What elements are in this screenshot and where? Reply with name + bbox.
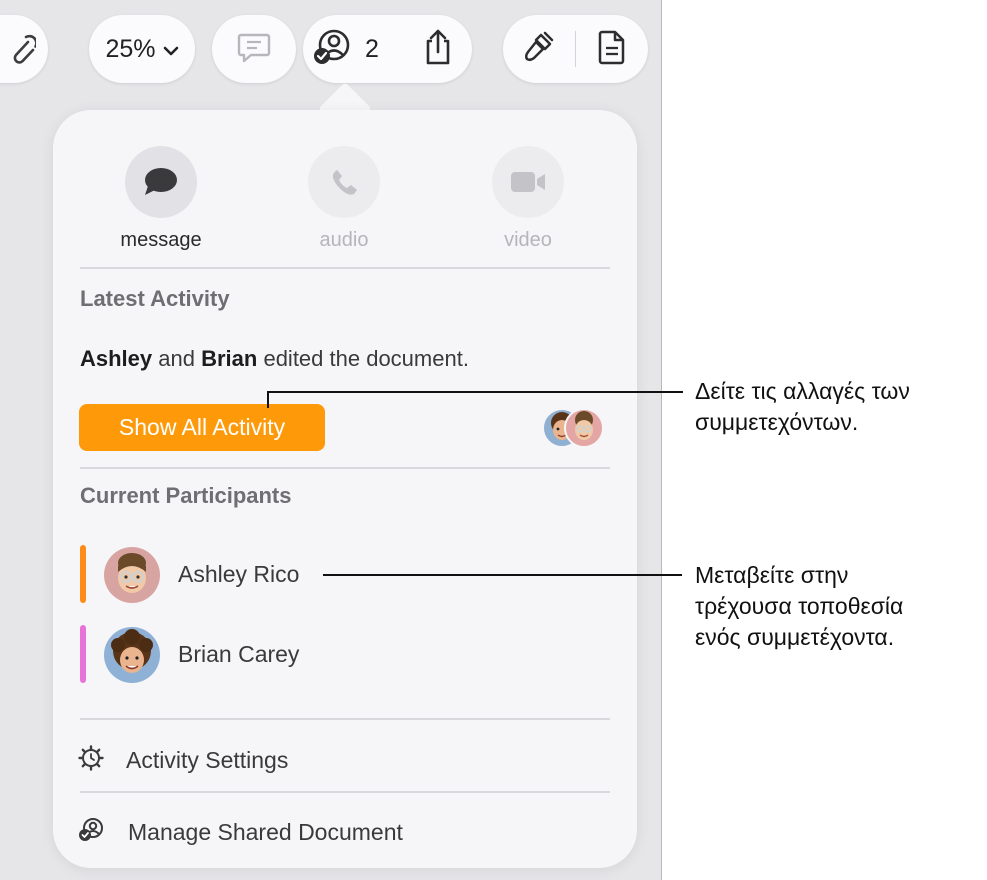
callout-participant-line-2: τρέχουσα τοποθεσία	[695, 593, 904, 619]
phone-icon	[308, 146, 380, 218]
paintbrush-icon	[522, 29, 556, 70]
avatar	[564, 408, 604, 448]
audio-label: audio	[319, 229, 369, 251]
activity-editor-2: Brian	[201, 346, 258, 371]
manage-shared-document-item[interactable]: Manage Shared Document	[78, 812, 403, 852]
callout-activity-line-2: συμμετεχόντων.	[695, 409, 859, 435]
video-button[interactable]: video	[463, 146, 593, 252]
gear-clock-icon	[78, 744, 104, 776]
participant-name: Ashley Rico	[178, 561, 300, 587]
divider	[80, 791, 610, 793]
callout-leader-line	[267, 392, 269, 408]
activity-settings-item[interactable]: Activity Settings	[78, 740, 288, 780]
toolbar-tools-pill	[503, 15, 648, 83]
message-button[interactable]: message	[96, 146, 226, 252]
callout-leader-line	[323, 574, 682, 576]
zoom-menu[interactable]: 25%	[89, 15, 195, 83]
video-label: video	[504, 229, 552, 251]
activity-suffix: edited the document.	[257, 346, 469, 371]
divider	[80, 467, 610, 469]
paperclip-icon	[6, 33, 38, 72]
participant-color-bar	[80, 545, 86, 603]
avatar	[104, 627, 160, 683]
shared-person-icon	[78, 817, 106, 848]
participant-brian[interactable]: Brian Carey	[80, 625, 600, 685]
callout-leader-line	[267, 391, 683, 393]
zoom-value: 25%	[105, 34, 156, 63]
share-button[interactable]	[423, 27, 453, 72]
activity-joiner: and	[152, 346, 202, 371]
collaborators-count: 2	[365, 34, 379, 63]
activity-settings-label: Activity Settings	[126, 746, 289, 773]
activity-avatars	[542, 408, 612, 450]
toolbar-collab-pill: 2	[303, 15, 472, 83]
avatar	[104, 547, 160, 603]
callout-participant: Μεταβείτε στην τρέχουσα τοποθεσία ενός σ…	[695, 560, 903, 653]
document-button[interactable]	[576, 15, 648, 83]
chevron-down-icon	[163, 35, 179, 64]
current-participants-heading: Current Participants	[80, 483, 292, 508]
pages-app-window: 25% 2 message audio video Latest Activit…	[0, 0, 662, 880]
audio-button[interactable]: audio	[279, 146, 409, 252]
share-icon	[423, 27, 453, 72]
activity-summary: Ashley and Brian edited the document.	[80, 346, 469, 372]
callout-participant-line-1: Μεταβείτε στην	[695, 562, 849, 588]
manage-shared-document-label: Manage Shared Document	[128, 818, 403, 845]
participant-color-bar	[80, 625, 86, 683]
callout-participant-line-3: ενός συμμετέχοντα.	[695, 624, 895, 650]
activity-editor-1: Ashley	[80, 346, 153, 371]
collaboration-popover: message audio video Latest Activity Ashl…	[53, 110, 637, 868]
callout-activity: Δείτε τις αλλαγές των συμμετεχόντων.	[695, 376, 910, 438]
attach-button[interactable]	[0, 15, 48, 83]
message-bubble-icon	[125, 146, 197, 218]
format-button[interactable]	[503, 15, 575, 83]
collaboration-button[interactable]: 2	[313, 28, 379, 71]
comment-button[interactable]	[212, 15, 296, 83]
participant-name: Brian Carey	[178, 641, 300, 667]
collaboration-icon	[313, 28, 353, 71]
show-all-activity-button[interactable]: Show All Activity	[79, 404, 325, 451]
divider	[80, 718, 610, 720]
comment-icon	[236, 30, 272, 69]
message-label: message	[120, 229, 202, 251]
callout-activity-line-1: Δείτε τις αλλαγές των	[695, 378, 910, 404]
video-camera-icon	[492, 146, 564, 218]
latest-activity-heading: Latest Activity	[80, 286, 230, 311]
document-icon	[598, 29, 626, 70]
divider	[80, 267, 610, 269]
